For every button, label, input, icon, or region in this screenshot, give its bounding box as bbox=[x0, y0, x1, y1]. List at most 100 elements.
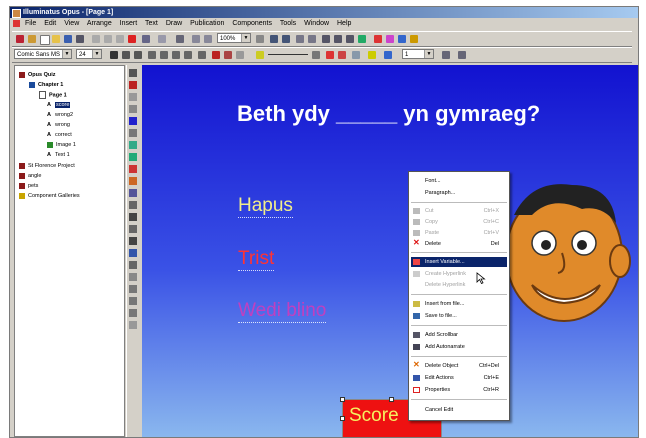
save-icon[interactable] bbox=[64, 35, 72, 43]
menu-tools[interactable]: Tools bbox=[280, 20, 296, 27]
tree-node-image-1[interactable]: Image 1 bbox=[47, 141, 76, 150]
preview-icon[interactable] bbox=[28, 35, 36, 43]
paste-icon[interactable] bbox=[116, 35, 124, 43]
spell-check-icon[interactable] bbox=[398, 35, 406, 43]
tree-node-text-1[interactable]: A Text 1 bbox=[47, 151, 70, 160]
justify-icon[interactable] bbox=[184, 51, 192, 59]
format-icon[interactable] bbox=[236, 51, 244, 59]
rotate-tool-icon[interactable] bbox=[129, 105, 137, 113]
tree-node-st-florence[interactable]: St Florence Project bbox=[19, 162, 75, 171]
align-right-icon[interactable] bbox=[172, 51, 180, 59]
cartoon-face-image[interactable] bbox=[492, 175, 632, 325]
paragraph-icon[interactable] bbox=[129, 129, 137, 137]
open-icon[interactable] bbox=[52, 35, 60, 43]
menu-item-add-scrollbar[interactable]: Add Scrollbar bbox=[411, 330, 507, 340]
grid-icon[interactable] bbox=[256, 35, 264, 43]
web-icon[interactable] bbox=[129, 237, 137, 245]
delete-icon[interactable] bbox=[128, 35, 136, 43]
question-text[interactable]: Beth ydy _____ yn gymraeg? bbox=[237, 101, 540, 127]
layout-icon[interactable] bbox=[322, 35, 330, 43]
image-tool-icon[interactable] bbox=[129, 153, 137, 161]
menu-item-insert-variable[interactable]: Insert Variable... bbox=[411, 257, 507, 267]
pointer-icon[interactable] bbox=[129, 69, 137, 77]
tree-node-chapter-1[interactable]: Chapter 1 bbox=[29, 81, 63, 90]
back-arrow-icon[interactable] bbox=[296, 35, 304, 43]
menu-item-delete-hyperlink[interactable]: Delete Hyperlink bbox=[411, 280, 507, 290]
zoom-out-icon[interactable] bbox=[204, 35, 212, 43]
tree-node-opus-quiz[interactable]: Opus Quiz bbox=[19, 71, 56, 80]
copy-icon[interactable] bbox=[104, 35, 112, 43]
underline-icon[interactable] bbox=[134, 51, 142, 59]
unlink-icon[interactable] bbox=[224, 51, 232, 59]
table-icon[interactable] bbox=[129, 249, 137, 257]
magic-icon[interactable] bbox=[386, 35, 394, 43]
text-tool-icon[interactable] bbox=[129, 81, 137, 89]
text-box-icon[interactable] bbox=[129, 117, 137, 125]
publish-icon[interactable] bbox=[16, 35, 24, 43]
line-width-slider[interactable] bbox=[268, 54, 308, 55]
menu-item-font[interactable]: Font... bbox=[411, 176, 507, 186]
menu-item-cut[interactable]: Cut Ctrl+X bbox=[411, 206, 507, 216]
menu-file[interactable]: File bbox=[25, 20, 36, 27]
resize-handle[interactable] bbox=[340, 397, 345, 402]
menu-edit[interactable]: Edit bbox=[44, 20, 56, 27]
slider-icon[interactable] bbox=[129, 285, 137, 293]
tools-icon[interactable] bbox=[374, 35, 382, 43]
resize-handle[interactable] bbox=[340, 416, 345, 421]
rotate-icon[interactable] bbox=[458, 51, 466, 59]
crop-icon[interactable] bbox=[129, 93, 137, 101]
menu-item-add-autonarrate[interactable]: Add Autonarrate bbox=[411, 342, 507, 352]
menu-arrange[interactable]: Arrange bbox=[87, 20, 112, 27]
button-tool-icon[interactable] bbox=[129, 213, 137, 221]
answer-wrong[interactable]: Trist bbox=[238, 248, 275, 271]
zoom-combo[interactable]: 100% ▼ bbox=[217, 33, 251, 43]
sound-icon[interactable] bbox=[129, 201, 137, 209]
frame-tool-icon[interactable] bbox=[129, 225, 137, 233]
print-preview-icon[interactable] bbox=[176, 35, 184, 43]
answer-correct[interactable]: Hapus bbox=[238, 195, 293, 218]
menu-item-properties[interactable]: Properties Ctrl+R bbox=[411, 385, 507, 395]
form-icon[interactable] bbox=[129, 273, 137, 281]
tree-node-page-1[interactable]: Page 1 bbox=[39, 91, 67, 100]
tree-node-component-galleries[interactable]: Component Galleries bbox=[19, 192, 80, 201]
chart-icon[interactable] bbox=[129, 261, 137, 269]
line-color-icon[interactable] bbox=[338, 51, 346, 59]
line-icon[interactable] bbox=[312, 51, 320, 59]
undo-icon[interactable] bbox=[142, 35, 150, 43]
page-icon[interactable] bbox=[270, 35, 278, 43]
menu-item-cancel-edit[interactable]: Cancel Edit bbox=[411, 405, 507, 415]
menu-item-delete-object[interactable]: ✕ Delete Object Ctrl+Del bbox=[411, 361, 507, 371]
list-icon[interactable] bbox=[129, 297, 137, 305]
font-combo[interactable]: Comic Sans MS ▼ bbox=[14, 49, 72, 59]
shape-icon[interactable] bbox=[129, 177, 137, 185]
resize-handle[interactable] bbox=[389, 397, 394, 402]
align-left-icon[interactable] bbox=[148, 51, 156, 59]
tree-node-wrong2[interactable]: Awrong2 bbox=[47, 111, 73, 120]
shadow-icon[interactable] bbox=[352, 51, 360, 59]
italic-icon[interactable] bbox=[122, 51, 130, 59]
redo-icon[interactable] bbox=[158, 35, 166, 43]
help-icon[interactable] bbox=[410, 35, 418, 43]
tree-node-score[interactable]: Ascore bbox=[47, 101, 71, 110]
arrange-icon[interactable] bbox=[442, 51, 450, 59]
window-icon[interactable] bbox=[346, 35, 354, 43]
menu-draw[interactable]: Draw bbox=[166, 20, 182, 27]
tree-node-correct[interactable]: Acorrect bbox=[47, 131, 72, 140]
component-tool-icon[interactable] bbox=[129, 309, 137, 317]
menu-item-paragraph[interactable]: Paragraph... bbox=[411, 188, 507, 198]
menu-item-copy[interactable]: Copy Ctrl+C bbox=[411, 217, 507, 227]
new-icon[interactable] bbox=[40, 35, 50, 45]
menu-publication[interactable]: Publication bbox=[190, 20, 224, 27]
bullets-icon[interactable] bbox=[198, 51, 206, 59]
menu-item-create-hyperlink[interactable]: Create Hyperlink bbox=[411, 269, 507, 279]
menu-item-delete[interactable]: ✕ Delete Del bbox=[411, 239, 507, 249]
hyperlink-icon[interactable] bbox=[212, 51, 220, 59]
draw-icon[interactable] bbox=[129, 165, 137, 173]
answer-wrong2[interactable]: Wedi blino bbox=[238, 300, 327, 323]
zoom-in-icon[interactable] bbox=[192, 35, 200, 43]
page-canvas[interactable]: Beth ydy _____ yn gymraeg? Hapus Trist W… bbox=[142, 65, 638, 437]
effects-icon[interactable] bbox=[368, 51, 376, 59]
tree-node-wrong[interactable]: Awrong bbox=[47, 121, 70, 130]
picture-tool-icon[interactable] bbox=[129, 141, 137, 149]
font-size-combo[interactable]: 24 ▼ bbox=[76, 49, 102, 59]
